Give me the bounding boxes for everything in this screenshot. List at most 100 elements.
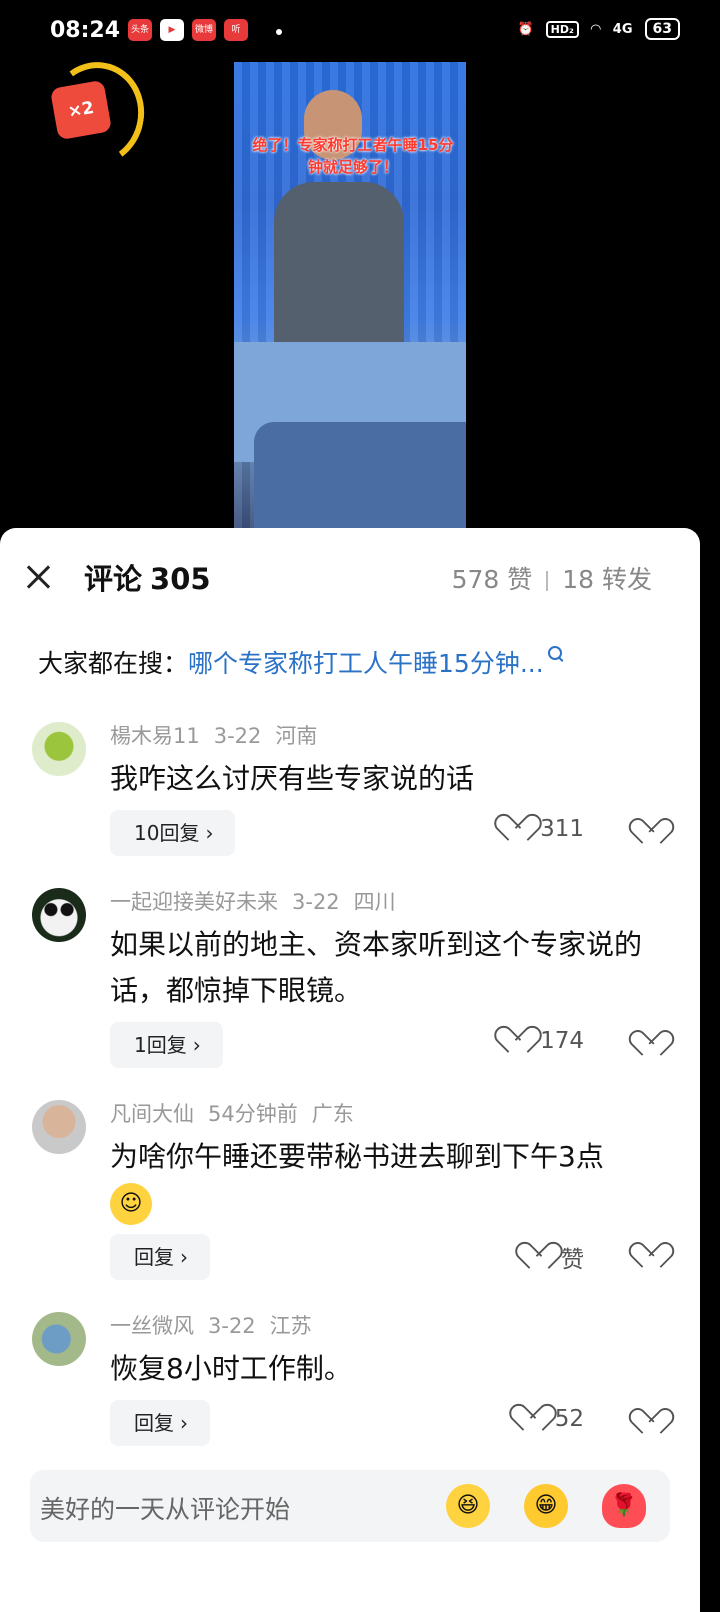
like-count: 174: [540, 1028, 584, 1054]
comment-date: 3-22: [213, 724, 262, 748]
comment-text-content: 为啥你午睡还要带秘书进去聊到下午3点: [110, 1140, 604, 1173]
red-packet-icon: ×2: [49, 79, 113, 141]
comment-username[interactable]: 楊木易11: [110, 724, 200, 748]
like-button[interactable]: 赞: [523, 1240, 584, 1274]
laughing-crying-emoji-icon: ☺: [110, 1183, 152, 1225]
comment-text: 如果以前的地主、资本家听到这个专家说的话，都惊掉下眼镜。: [110, 928, 643, 1007]
reply-button[interactable]: 回复 ›: [110, 1400, 210, 1446]
comment-meta: 一丝微风 3-22 江苏: [110, 1308, 700, 1340]
comment-text: 我咋这么讨厌有些专家说的话: [110, 762, 475, 795]
video-app-icon: ▶: [160, 19, 184, 41]
comment-location: 江苏: [269, 1314, 312, 1338]
panel-stats: 578 赞 18 转发: [452, 560, 652, 596]
toutiao-app-icon: 头条: [128, 19, 152, 41]
comment-meta: 楊木易11 3-22 河南: [110, 718, 700, 750]
comment-username[interactable]: 一起迎接美好未来: [110, 890, 278, 914]
trending-search-label: 大家都在搜：: [38, 649, 189, 678]
broken-heart-icon[interactable]: [636, 1244, 664, 1270]
heart-icon: [502, 816, 530, 842]
comment-meta: 凡间大仙 54分钟前 广东: [110, 1096, 700, 1128]
comment-actions: 回复 › 52: [110, 1400, 700, 1446]
comment-date: 54分钟前: [208, 1102, 298, 1126]
chevron-right-icon: ›: [180, 1411, 188, 1435]
comment-count: 305: [150, 562, 211, 596]
reply-label: 回复: [134, 1411, 174, 1435]
reply-label: 1回复: [134, 1033, 187, 1057]
comment-list[interactable]: 楊木易11 3-22 河南 我咋这么讨厌有些专家说的话 10回复 › 311 一起迎接…: [0, 718, 700, 1448]
comment-location: 河南: [275, 724, 318, 748]
heart-icon: [517, 1406, 545, 1432]
status-indicators: ⏰ HD₂ ◠ 4G 63: [517, 18, 680, 40]
reply-button[interactable]: 1回复 ›: [110, 1022, 223, 1068]
video-caption: 绝了！专家称打工者午睡15分钟就足够了！: [252, 136, 454, 176]
signal-icon: 4G: [612, 21, 633, 37]
comment-item: 楊木易11 3-22 河南 我咋这么讨厌有些专家说的话 10回复 › 311: [0, 718, 700, 856]
notification-dot: [276, 29, 282, 35]
comment-text: 为啥你午睡还要带秘书进去聊到下午3点 ☺: [110, 1134, 670, 1226]
comment-date: 3-22: [292, 890, 340, 914]
divider: [546, 571, 549, 591]
trending-search-query[interactable]: 哪个专家称打工人午睡15分钟...: [188, 649, 544, 678]
like-count: 311: [540, 816, 584, 842]
comment-input-placeholder: 美好的一天从评论开始: [40, 1495, 291, 1524]
alarm-icon: ⏰: [517, 21, 534, 37]
chevron-right-icon: ›: [192, 1033, 201, 1057]
video-player[interactable]: 绝了！专家称打工者午睡15分钟就足够了！: [234, 62, 466, 528]
weibo-app-icon: 微博: [192, 19, 216, 41]
video-person-jeans: [254, 422, 466, 528]
panel-title: 评论 305: [84, 556, 211, 598]
rose-emoji-icon[interactable]: 🌹: [602, 1484, 646, 1528]
comment-item: 一起迎接美好未来 3-22 四川 如果以前的地主、资本家听到这个专家说的话，都惊掉下…: [0, 884, 700, 1068]
avatar[interactable]: [32, 1100, 86, 1154]
like-count: 赞: [561, 1247, 584, 1273]
likes-count: 578 赞: [451, 565, 533, 594]
comment-actions: 回复 › 赞: [110, 1234, 700, 1280]
comment-location: 广东: [311, 1102, 354, 1126]
reply-label: 回复: [134, 1245, 174, 1269]
heart-icon: [523, 1244, 551, 1270]
comment-text: 恢复8小时工作制。: [110, 1352, 352, 1385]
like-count: 52: [554, 1406, 584, 1432]
comment-meta: 一起迎接美好未来 3-22 四川: [110, 884, 700, 916]
broken-heart-icon[interactable]: [636, 1410, 664, 1436]
comment-date: 3-22: [208, 1314, 256, 1338]
chevron-right-icon: ›: [180, 1245, 188, 1269]
trending-search[interactable]: 大家都在搜：哪个专家称打工人午睡15分钟...: [38, 644, 562, 680]
battery-icon: 63: [644, 18, 680, 40]
comment-panel: 评论 305 578 赞 18 转发 大家都在搜：哪个专家称打工人午睡15分钟...…: [0, 528, 700, 1612]
status-time: 08:24: [50, 18, 121, 43]
comment-username[interactable]: 凡间大仙: [110, 1102, 194, 1126]
laughing-emoji-icon[interactable]: 😆: [446, 1484, 490, 1528]
heart-icon: [502, 1028, 530, 1054]
broken-heart-icon[interactable]: [636, 1032, 664, 1058]
shares-count: 18 转发: [562, 565, 652, 594]
comment-actions: 1回复 › 174: [110, 1022, 700, 1068]
chevron-right-icon: ›: [205, 821, 214, 845]
avatar[interactable]: [32, 888, 86, 942]
reply-button[interactable]: 10回复 ›: [110, 810, 236, 856]
like-button[interactable]: 174: [502, 1028, 584, 1054]
like-button[interactable]: 311: [502, 816, 584, 842]
like-button[interactable]: 52: [517, 1406, 584, 1432]
status-app-icons: 头条 ▶ 微博 听: [128, 19, 248, 41]
status-bar: 08:24 头条 ▶ 微博 听 ⏰ HD₂ ◠ 4G 63: [0, 0, 720, 62]
comment-input[interactable]: 美好的一天从评论开始 😆 😁 🌹: [30, 1470, 670, 1542]
listen-app-icon: 听: [224, 19, 248, 41]
wifi-icon: ◠: [590, 21, 601, 37]
video-person-sitting: [274, 182, 404, 362]
close-icon[interactable]: [24, 562, 54, 592]
quick-emoji-bar: 😆 😁 🌹: [446, 1484, 646, 1528]
avatar[interactable]: [32, 722, 86, 776]
panel-title-label: 评论: [84, 562, 143, 596]
comment-actions: 10回复 › 311: [110, 810, 700, 856]
comment-item: 凡间大仙 54分钟前 广东 为啥你午睡还要带秘书进去聊到下午3点 ☺ 回复 › 赞: [0, 1096, 700, 1280]
broken-heart-icon[interactable]: [636, 820, 664, 846]
grinning-emoji-icon[interactable]: 😁: [524, 1484, 568, 1528]
avatar[interactable]: [32, 1312, 86, 1366]
reward-badge[interactable]: ×2: [39, 54, 153, 174]
reply-button[interactable]: 回复 ›: [110, 1234, 210, 1280]
reply-label: 10回复: [134, 821, 200, 845]
hd-icon: HD₂: [545, 20, 579, 38]
comment-username[interactable]: 一丝微风: [110, 1314, 194, 1338]
comment-location: 四川: [353, 890, 396, 914]
